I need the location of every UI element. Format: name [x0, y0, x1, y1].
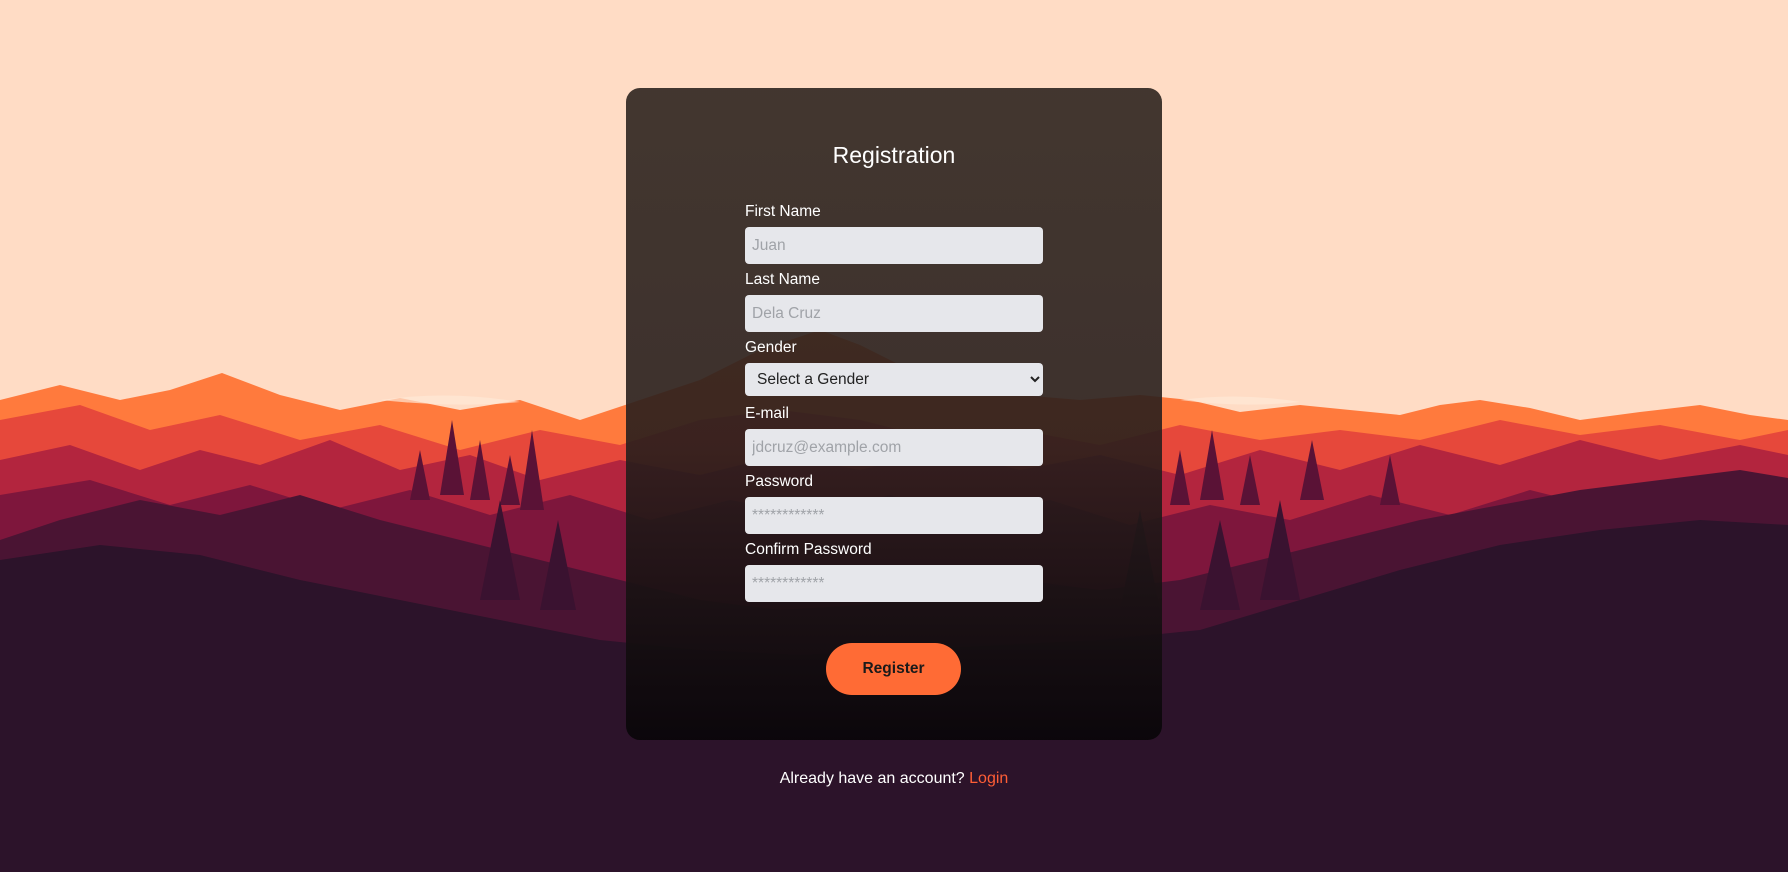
gender-select[interactable]: Select a Gender	[745, 363, 1043, 396]
registration-form: First Name Last Name Gender Select a Gen…	[745, 202, 1043, 608]
gender-label: Gender	[745, 339, 797, 356]
first-name-label: First Name	[745, 203, 821, 220]
password-input[interactable]	[745, 497, 1043, 534]
confirm-password-label: Confirm Password	[745, 541, 872, 558]
last-name-input[interactable]	[745, 295, 1043, 332]
login-link[interactable]: Login	[969, 770, 1008, 787]
email-label: E-mail	[745, 405, 789, 422]
page-title: Registration	[832, 142, 956, 168]
registration-card: Registration First Name Last Name Gender…	[626, 88, 1162, 740]
first-name-input[interactable]	[745, 227, 1043, 264]
confirm-password-input[interactable]	[745, 565, 1043, 602]
login-prompt: Already have an account? Login	[0, 770, 1788, 788]
email-input[interactable]	[745, 429, 1043, 466]
last-name-label: Last Name	[745, 271, 820, 288]
password-label: Password	[745, 473, 814, 490]
login-prompt-text: Already have an account?	[779, 770, 970, 787]
register-button[interactable]: Register	[826, 643, 961, 695]
